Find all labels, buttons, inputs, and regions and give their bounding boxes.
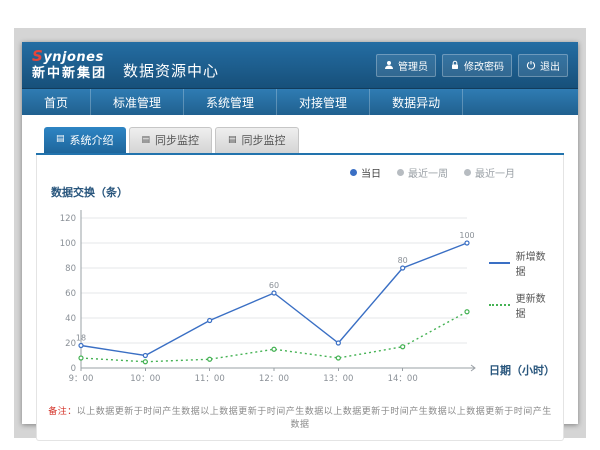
- svg-text:120: 120: [60, 214, 76, 224]
- series-legend: 新增数据更新数据: [489, 248, 553, 320]
- tab-bar: ▤ 系统介绍 ▤ 同步监控 ▤ 同步监控: [44, 127, 564, 153]
- svg-text:60: 60: [65, 289, 76, 299]
- nav-item-standard-mgmt[interactable]: 标准管理: [91, 89, 184, 115]
- line-swatch-icon: [489, 262, 510, 264]
- change-password-button[interactable]: 修改密码: [442, 54, 512, 77]
- series-name: 更新数据: [516, 290, 553, 320]
- svg-text:100: 100: [60, 239, 76, 249]
- tab-sync-monitor-2[interactable]: ▤ 同步监控: [215, 127, 299, 153]
- desktop-background: Synjones 新中新集团 数据资源中心 管理员 修改密码 退出: [14, 28, 586, 438]
- lock-icon: [450, 60, 460, 70]
- app-header: Synjones 新中新集团 数据资源中心 管理员 修改密码 退出: [22, 42, 578, 88]
- radio-dot-icon: [464, 169, 471, 176]
- user-icon: [384, 60, 394, 70]
- svg-text:100: 100: [459, 231, 474, 240]
- chart-side: 新增数据更新数据 日期（小时）: [483, 202, 553, 394]
- series-name: 新增数据: [516, 248, 553, 278]
- page-title: 数据资源中心: [123, 60, 219, 81]
- svg-text:9：00: 9：00: [69, 374, 94, 384]
- range-option[interactable]: 最近一月: [464, 165, 515, 180]
- svg-text:80: 80: [65, 264, 76, 274]
- power-icon: [526, 60, 536, 70]
- nav-item-system-mgmt[interactable]: 系统管理: [184, 89, 277, 115]
- svg-text:80: 80: [398, 256, 408, 265]
- svg-text:12：00: 12：00: [259, 374, 289, 384]
- brand-name: Synjones: [32, 48, 107, 66]
- nav-item-connect-mgmt[interactable]: 对接管理: [277, 89, 370, 115]
- main-nav: 首页 标准管理 系统管理 对接管理 数据异动: [22, 88, 578, 115]
- range-option-label: 最近一月: [475, 165, 515, 180]
- header-actions: 管理员 修改密码 退出: [376, 54, 568, 77]
- svg-text:11：00: 11：00: [195, 374, 225, 384]
- remark-row: 备注：以上数据更新于时间产生数据以上数据更新于时间产生数据以上数据更新于时间产生…: [47, 404, 553, 430]
- svg-text:60: 60: [269, 281, 279, 290]
- svg-text:0: 0: [71, 364, 76, 374]
- app-window: Synjones 新中新集团 数据资源中心 管理员 修改密码 退出: [22, 42, 578, 424]
- y-axis-title: 数据交换（条）: [51, 184, 553, 200]
- grid-icon: ▤: [56, 135, 65, 144]
- tab-sync-monitor-1[interactable]: ▤ 同步监控: [129, 127, 213, 153]
- series-legend-item[interactable]: 更新数据: [489, 290, 553, 320]
- range-option-label: 最近一周: [408, 165, 448, 180]
- logout-button[interactable]: 退出: [518, 54, 568, 77]
- svg-text:14：00: 14：00: [388, 374, 418, 384]
- radio-dot-icon: [397, 169, 404, 176]
- svg-text:13：00: 13：00: [323, 374, 353, 384]
- range-option[interactable]: 当日: [350, 165, 381, 180]
- tab-system-intro[interactable]: ▤ 系统介绍: [44, 127, 126, 153]
- radio-dot-icon: [350, 169, 357, 176]
- brand-swirl-icon: S: [32, 47, 43, 65]
- line-swatch-icon: [489, 304, 510, 306]
- range-option[interactable]: 最近一周: [397, 165, 448, 180]
- company-name: 新中新集团: [32, 67, 107, 82]
- nav-item-data-change[interactable]: 数据异动: [370, 89, 463, 115]
- grid-icon: ▤: [142, 136, 151, 145]
- range-option-label: 当日: [361, 165, 381, 180]
- chart-range-legend: 当日 最近一周 最近一月: [47, 165, 515, 180]
- svg-text:10：00: 10：00: [130, 374, 160, 384]
- brand-logo: Synjones 新中新集团: [32, 48, 107, 82]
- remark-text: 以上数据更新于时间产生数据以上数据更新于时间产生数据以上数据更新于时间产生数据以…: [77, 407, 552, 430]
- nav-item-home[interactable]: 首页: [22, 89, 91, 115]
- line-chart: 0 20 40 60 80 100 120 9：00 10：00 11：00 12：00 13：00 1…: [47, 202, 483, 394]
- svg-text:20: 20: [65, 339, 76, 349]
- main-content: ▤ 系统介绍 ▤ 同步监控 ▤ 同步监控 当日 最近一周 最近一月 数据交换（条） …: [22, 115, 578, 441]
- svg-text:40: 40: [65, 314, 76, 324]
- x-axis-title: 日期（小时）: [489, 362, 553, 378]
- admin-user-button[interactable]: 管理员: [376, 54, 436, 77]
- svg-text:18: 18: [76, 334, 86, 343]
- grid-icon: ▤: [228, 136, 237, 145]
- remark-label: 备注：: [48, 407, 77, 417]
- chart-area: 0 20 40 60 80 100 120 9：00 10：00 11：00 12：00 13：00 1…: [47, 202, 553, 394]
- chart-panel: 当日 最近一周 最近一月 数据交换（条） 0 20 40 60 80 100 120 9：00 10…: [36, 155, 564, 441]
- series-legend-item[interactable]: 新增数据: [489, 248, 553, 278]
